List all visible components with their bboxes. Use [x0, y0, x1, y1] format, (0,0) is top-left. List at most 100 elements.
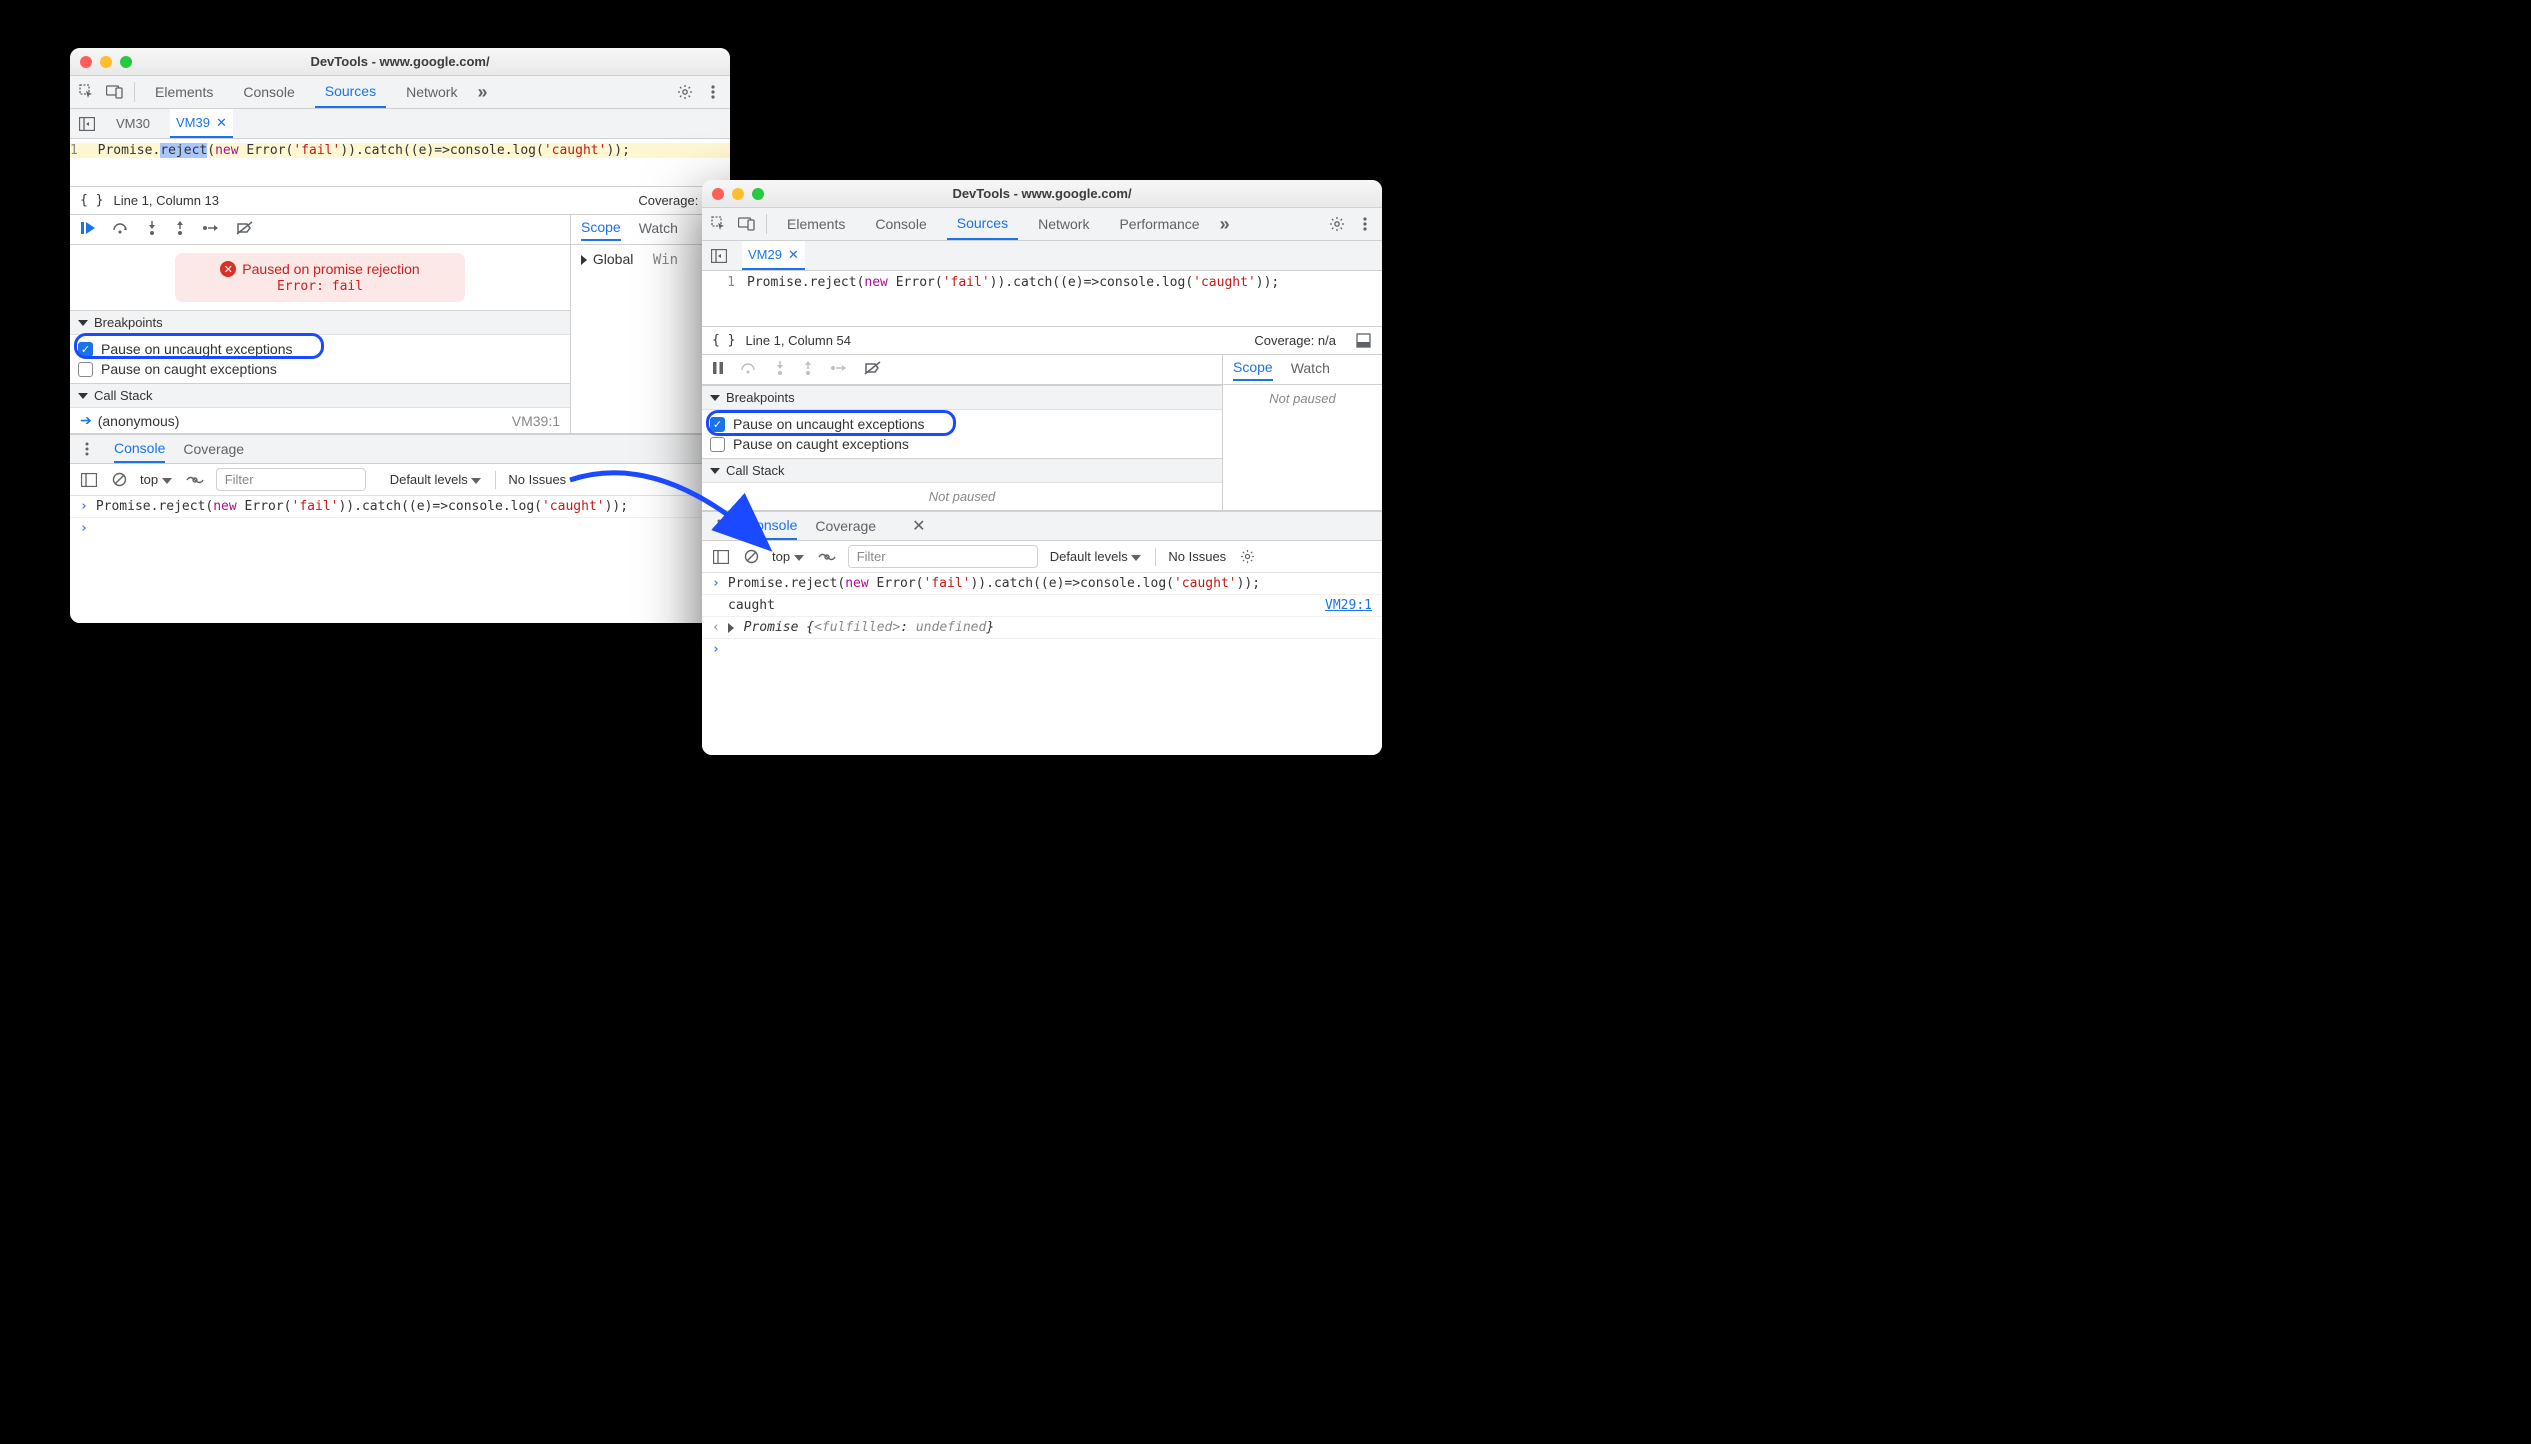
tab-scope[interactable]: Scope	[581, 219, 621, 241]
deactivate-breakpoints-icon[interactable]	[236, 221, 254, 238]
file-tab-vm39[interactable]: VM39 ✕	[170, 109, 233, 138]
pretty-print-icon[interactable]: { }	[712, 333, 735, 348]
callstack-frame[interactable]: ➔ (anonymous) VM39:1	[70, 408, 570, 433]
close-icon[interactable]	[712, 188, 724, 200]
close-tab-icon[interactable]: ✕	[216, 115, 227, 131]
console-body[interactable]: › Promise.reject(new Error('fail')).catc…	[702, 573, 1382, 660]
zoom-icon[interactable]	[120, 56, 132, 68]
clear-console-icon[interactable]	[110, 471, 128, 489]
context-selector[interactable]: top	[140, 472, 174, 487]
chevron-down-icon	[471, 478, 481, 484]
zoom-icon[interactable]	[752, 188, 764, 200]
console-body[interactable]: › Promise.reject(new Error('fail')).catc…	[70, 496, 730, 539]
tab-console[interactable]: Console	[233, 76, 304, 108]
kebab-menu-icon[interactable]	[704, 83, 722, 101]
kebab-menu-icon[interactable]	[78, 440, 96, 458]
titlebar[interactable]: DevTools - www.google.com/	[70, 48, 730, 76]
pause-uncaught-checkbox-row[interactable]: ✓ Pause on uncaught exceptions	[78, 339, 562, 359]
chevron-right-icon[interactable]	[728, 623, 734, 633]
cursor-position: Line 1, Column 54	[745, 333, 851, 348]
step-into-icon[interactable]	[774, 360, 786, 379]
tab-watch[interactable]: Watch	[1291, 360, 1330, 380]
drawer-tab-coverage[interactable]: Coverage	[183, 435, 244, 463]
step-out-icon[interactable]	[174, 220, 186, 239]
sidebar-toggle-icon[interactable]	[80, 471, 98, 489]
checkbox-checked-icon[interactable]: ✓	[710, 417, 725, 432]
step-icon[interactable]	[830, 362, 848, 377]
live-expression-icon[interactable]	[186, 471, 204, 489]
deactivate-breakpoints-icon[interactable]	[864, 361, 882, 378]
code-line-1: Promise.reject(new Error('fail')).catch(…	[747, 275, 1279, 290]
scope-not-paused: Not paused	[1223, 385, 1382, 412]
step-out-icon[interactable]	[802, 360, 814, 379]
tab-scope[interactable]: Scope	[1233, 359, 1273, 381]
titlebar[interactable]: DevTools - www.google.com/	[702, 180, 1382, 208]
gear-icon[interactable]	[1328, 215, 1346, 233]
resume-icon[interactable]	[80, 221, 96, 238]
chevron-right-icon[interactable]	[581, 255, 587, 265]
close-tab-icon[interactable]: ✕	[788, 247, 799, 263]
close-icon[interactable]	[80, 56, 92, 68]
pause-uncaught-checkbox-row[interactable]: ✓ Pause on uncaught exceptions	[710, 414, 1214, 434]
tab-network[interactable]: Network	[396, 76, 467, 108]
log-source-link[interactable]: VM29:1	[1325, 598, 1372, 613]
filter-input[interactable]: Filter	[848, 545, 1038, 568]
callstack-header[interactable]: Call Stack	[70, 383, 570, 408]
issues-button[interactable]: No Issues	[1168, 549, 1226, 564]
inspect-icon[interactable]	[710, 215, 728, 233]
tab-elements[interactable]: Elements	[145, 76, 223, 108]
code-editor[interactable]: 1 Promise.reject(new Error('fail')).catc…	[70, 139, 730, 187]
tab-performance[interactable]: Performance	[1109, 208, 1209, 240]
kebab-menu-icon[interactable]	[1356, 215, 1374, 233]
log-levels-selector[interactable]: Default levels	[1050, 549, 1144, 564]
more-tabs-icon[interactable]: »	[477, 82, 487, 103]
close-drawer-icon[interactable]: ✕	[912, 516, 925, 536]
device-toggle-icon[interactable]	[738, 215, 756, 233]
pause-icon[interactable]	[712, 361, 724, 378]
step-over-icon[interactable]	[112, 221, 130, 238]
tab-sources[interactable]: Sources	[315, 76, 386, 108]
tab-sources[interactable]: Sources	[947, 208, 1018, 240]
drawer-tab-console[interactable]: Console	[114, 435, 165, 463]
live-expression-icon[interactable]	[818, 548, 836, 566]
code-editor[interactable]: 1 Promise.reject(new Error('fail')).catc…	[702, 271, 1382, 327]
drawer-tab-console[interactable]: Console	[746, 512, 797, 540]
sidebar-toggle-icon[interactable]	[712, 548, 730, 566]
gear-icon[interactable]	[676, 83, 694, 101]
kebab-menu-icon[interactable]	[710, 517, 728, 535]
minimize-icon[interactable]	[732, 188, 744, 200]
clear-console-icon[interactable]	[742, 548, 760, 566]
issues-button[interactable]: No Issues	[508, 472, 566, 487]
minimize-icon[interactable]	[100, 56, 112, 68]
file-tab-vm29[interactable]: VM29 ✕	[742, 241, 805, 270]
inspect-icon[interactable]	[78, 83, 96, 101]
pause-caught-checkbox-row[interactable]: Pause on caught exceptions	[710, 434, 1214, 454]
checkbox-checked-icon[interactable]: ✓	[78, 342, 93, 357]
pause-caught-checkbox-row[interactable]: Pause on caught exceptions	[78, 359, 562, 379]
more-tabs-icon[interactable]: »	[1220, 214, 1230, 235]
tab-console[interactable]: Console	[865, 208, 936, 240]
navigator-toggle-icon[interactable]	[710, 247, 728, 265]
tab-network[interactable]: Network	[1028, 208, 1099, 240]
checkbox-unchecked-icon[interactable]	[78, 362, 93, 377]
source-map-icon[interactable]	[1354, 332, 1372, 350]
breakpoints-header[interactable]: Breakpoints	[702, 385, 1222, 410]
step-into-icon[interactable]	[146, 220, 158, 239]
pretty-print-icon[interactable]: { }	[80, 193, 103, 208]
gear-icon[interactable]	[1238, 548, 1256, 566]
drawer-tab-coverage[interactable]: Coverage	[815, 512, 876, 540]
device-toggle-icon[interactable]	[106, 83, 124, 101]
step-over-icon[interactable]	[740, 361, 758, 378]
context-selector[interactable]: top	[772, 549, 806, 564]
step-icon[interactable]	[202, 222, 220, 237]
checkbox-unchecked-icon[interactable]	[710, 437, 725, 452]
callstack-header[interactable]: Call Stack	[702, 458, 1222, 483]
breakpoints-header[interactable]: Breakpoints	[70, 310, 570, 335]
tab-elements[interactable]: Elements	[777, 208, 855, 240]
tab-watch[interactable]: Watch	[639, 220, 678, 240]
console-log-line: caught	[728, 598, 775, 613]
log-levels-selector[interactable]: Default levels	[390, 472, 484, 487]
file-tab-vm30[interactable]: VM30	[110, 109, 156, 138]
filter-input[interactable]: Filter	[216, 468, 366, 491]
navigator-toggle-icon[interactable]	[78, 115, 96, 133]
